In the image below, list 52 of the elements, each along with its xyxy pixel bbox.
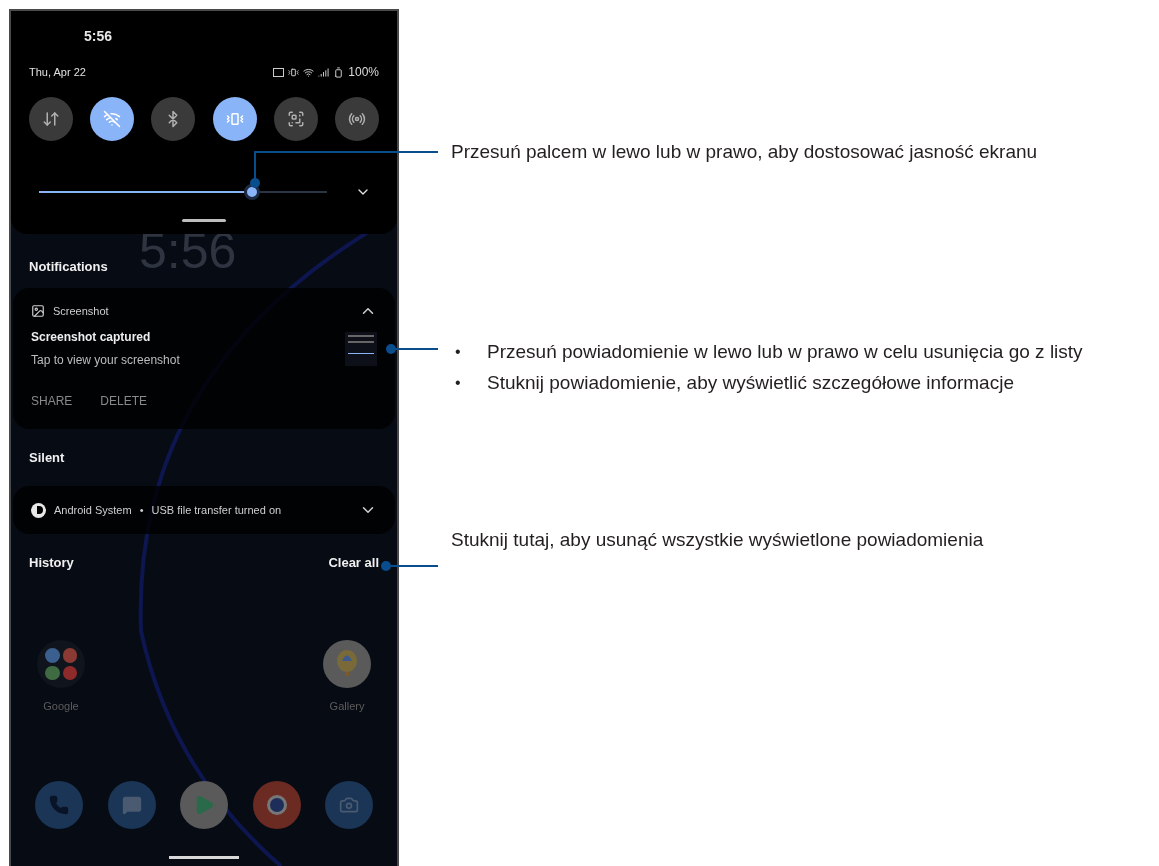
quick-settings-tile[interactable] [151,97,196,141]
clock-time: 5:56 [84,26,113,46]
quick-settings-tile[interactable] [273,97,318,141]
notification-card[interactable]: Android System • USB file transfer turned on [13,486,395,534]
qr-scan-icon [286,110,305,128]
app-label: Google [43,699,79,714]
vibrate-icon [288,66,300,78]
notification-action[interactable]: SHARE [31,392,73,410]
quick-settings-tile[interactable] [29,97,73,141]
drag-handle[interactable] [182,219,226,222]
image-icon [31,304,45,318]
quick-settings-tile[interactable] [212,97,257,141]
signal-icon [318,66,330,78]
bullet-mark: • [454,373,462,393]
date-label: Thu, Apr 22 [29,64,86,80]
callout-text: Stuknij powiadomienie, aby wyświetlić szczegółowe informacje [487,371,1014,395]
leader-line [381,561,439,571]
section-header: History [29,554,74,573]
play-app-icon[interactable] [180,780,228,829]
wifi-icon [303,66,315,78]
app-name: Screenshot [53,303,109,319]
quick-settings-tile[interactable] [334,97,379,141]
notification-action[interactable]: DELETE [100,392,148,410]
app-folder-icon[interactable] [37,640,85,688]
vibrate-icon [225,110,244,128]
callout-text: Przesuń palcem w lewo lub w prawo, aby dostosować jasność ekranu [451,140,1039,164]
balloon-app-icon[interactable] [323,640,371,688]
camera-app-icon[interactable] [325,780,373,829]
brightness-slider[interactable] [39,182,327,202]
section-header: Notifications [29,258,108,276]
wifi-off-icon [103,110,122,128]
section-header: Silent [29,448,65,467]
separator-dot: • [139,502,144,518]
bullet-mark: • [454,342,462,362]
screenshot-thumbnail [345,331,377,366]
callout-text: Przesuń powiadomienie w lewo lub w prawo w celu usunięcia go z listy [487,340,1083,364]
leader-line [386,344,439,354]
notification-text: Tap to view your screenshot [31,352,180,369]
navigation-handle[interactable] [169,855,239,859]
arrows-up-down-icon [42,110,60,128]
clear-all-button[interactable]: Clear all [328,553,379,573]
battery-icon [333,66,345,78]
notification-title: Screenshot captured [31,329,152,346]
quick-settings-tile[interactable] [90,97,135,141]
notification-card[interactable]: Screenshot Screenshot captured Tap to view your screenshot SHARE DELETE [13,288,395,429]
app-label: Gallery [329,699,365,714]
battery-percent: 100% [348,64,379,81]
android-system-icon [31,502,46,518]
callout-text: Stuknij tutaj, aby usunąć wszystkie wyświetlone powiadomienia [451,528,985,552]
signal-waves-icon [347,110,366,128]
notification-text: USB file transfer turned on [151,502,282,518]
app-name: Android System [54,502,132,518]
